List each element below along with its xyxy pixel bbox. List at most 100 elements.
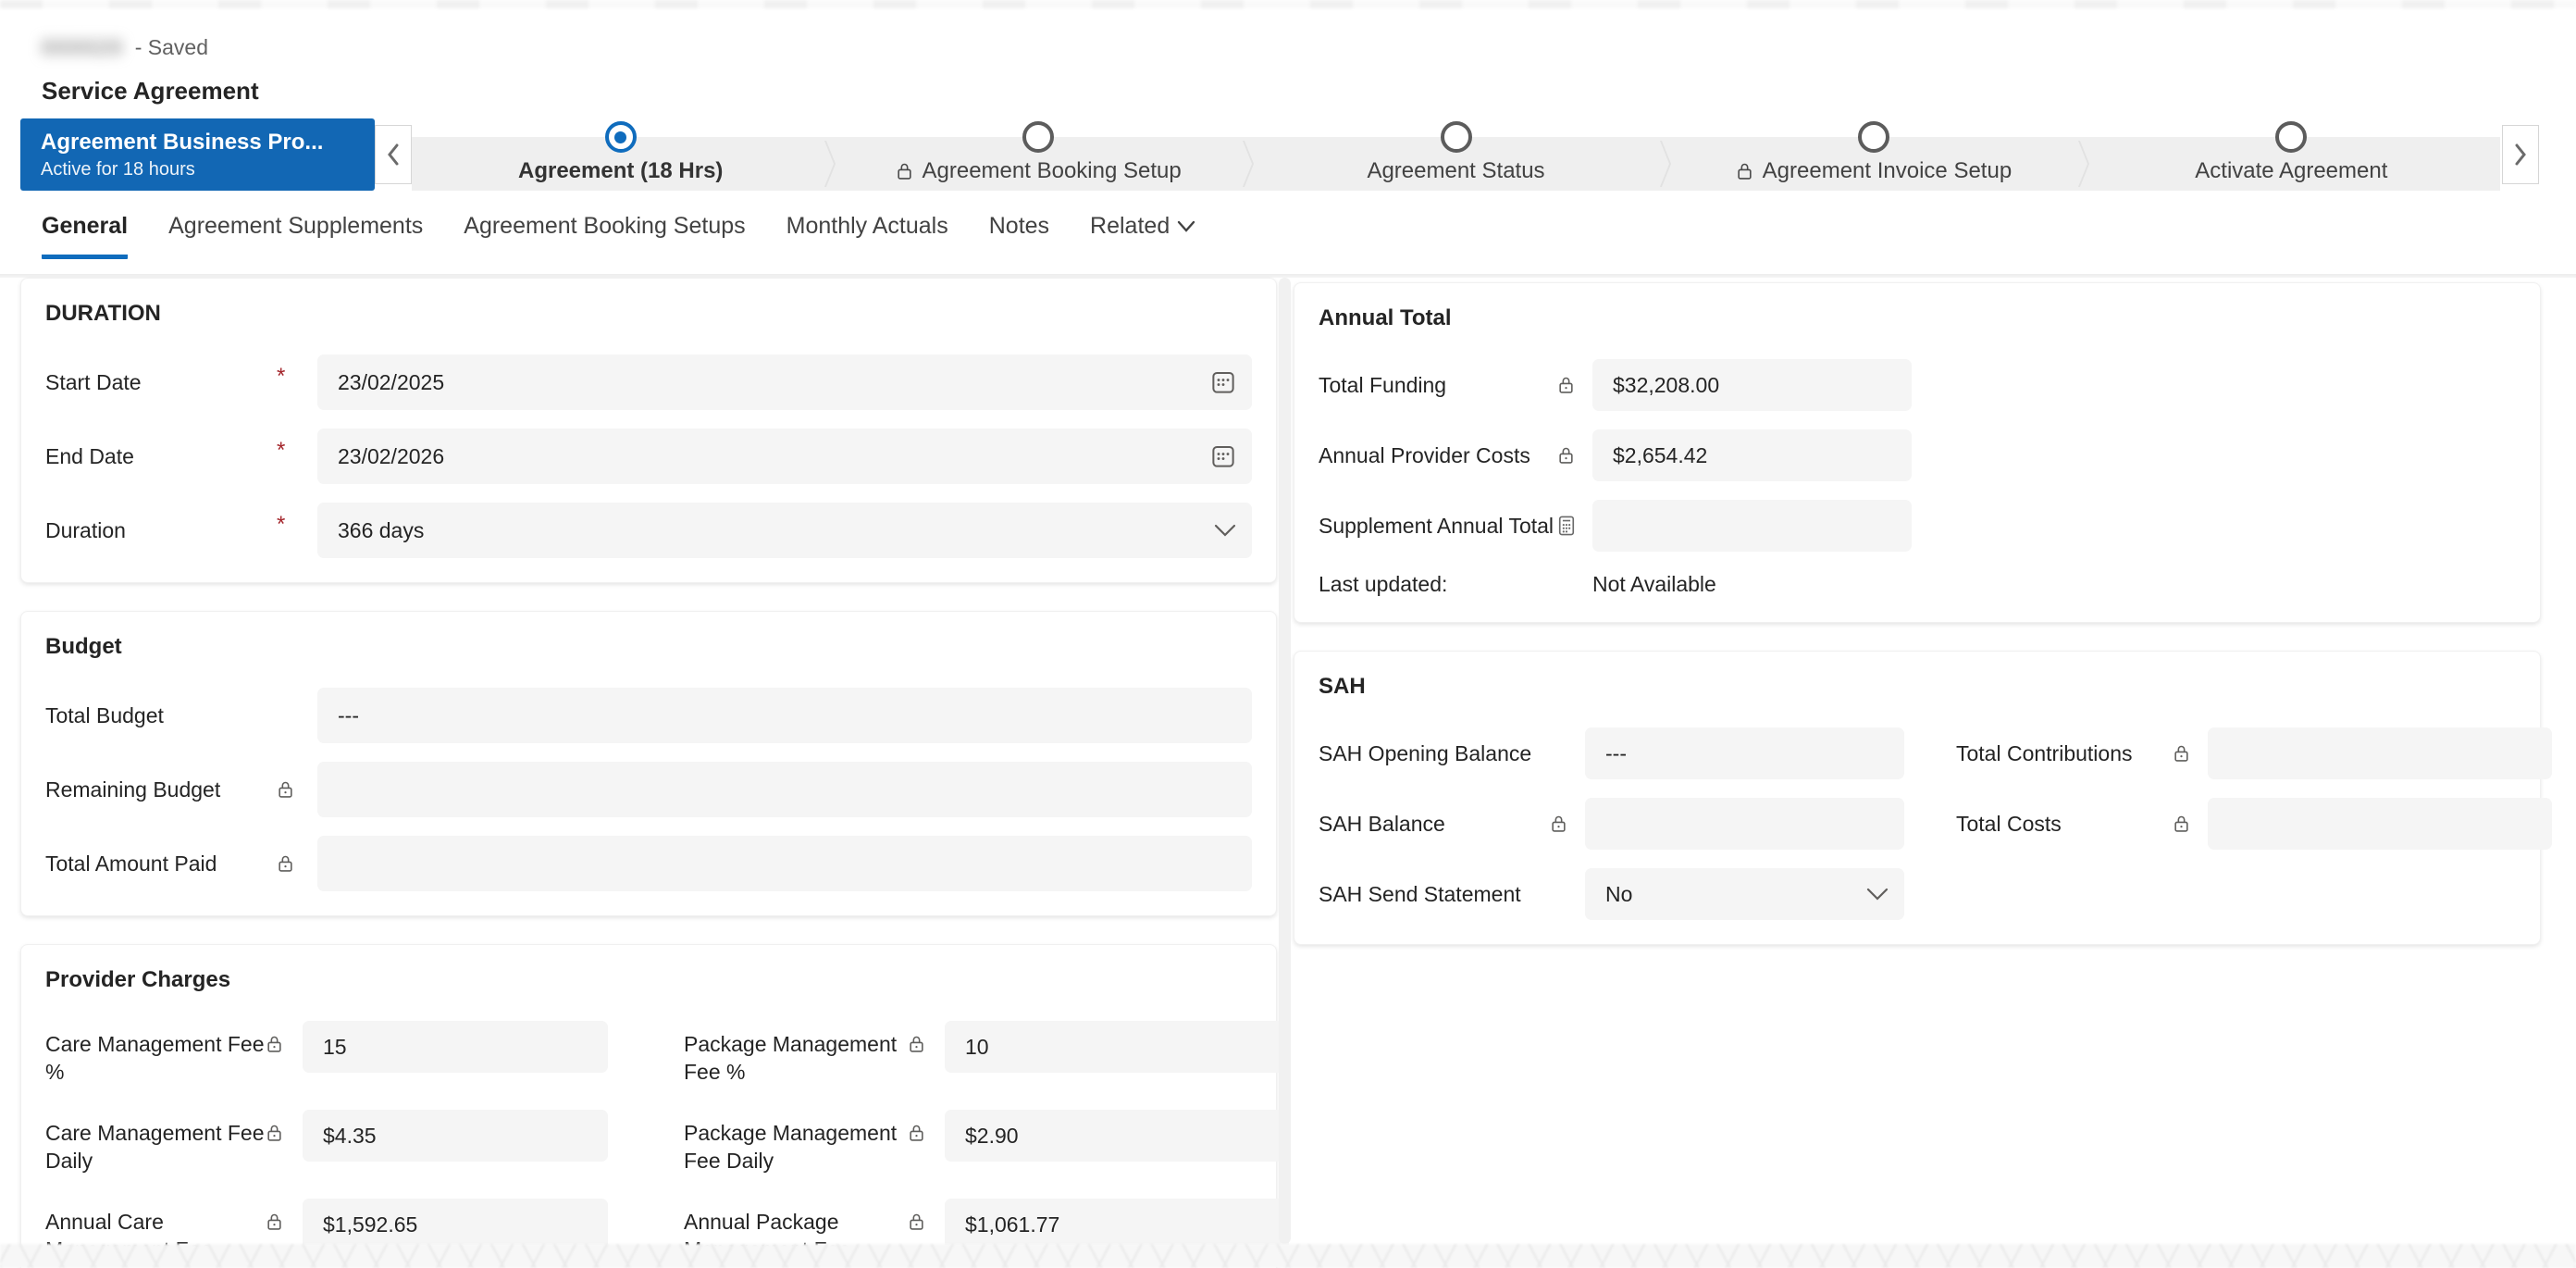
- field-total-costs: Total Costs: [1956, 798, 2552, 850]
- stage-label: Agreement (18 Hrs): [518, 158, 724, 183]
- stage-label: Agreement Booking Setup: [922, 158, 1182, 183]
- field-value: 10: [965, 1034, 989, 1059]
- tab-general[interactable]: General: [42, 213, 129, 259]
- care-management-fee-pct-input[interactable]: 15: [303, 1021, 608, 1073]
- total-funding-input[interactable]: $32,208.00: [1592, 359, 1912, 411]
- blurred-top-strip: [0, 0, 2576, 8]
- field-label: Last updated:: [1319, 572, 1448, 596]
- total-amount-paid-input[interactable]: [317, 836, 1252, 891]
- field-package-management-fee-daily: Package Management Fee Daily $2.90: [684, 1110, 1289, 1175]
- bpf-stage-agreement-invoice-setup[interactable]: Agreement Invoice Setup: [1665, 121, 2082, 191]
- bpf-stage-agreement[interactable]: Agreement (18 Hrs): [412, 121, 829, 191]
- lock-icon: [1557, 375, 1592, 395]
- sah-send-statement-dropdown[interactable]: No: [1585, 868, 1904, 920]
- field-value: $1,061.77: [965, 1212, 1060, 1237]
- tab-agreement-supplements[interactable]: Agreement Supplements: [168, 213, 423, 255]
- field-label: Total Amount Paid: [45, 852, 217, 876]
- field-value: 23/02/2026: [338, 443, 445, 468]
- total-contributions-input[interactable]: [2208, 727, 2552, 779]
- field-label: Care Management Fee Daily: [45, 1121, 265, 1173]
- left-column-scrollbar[interactable]: [1279, 278, 1291, 1244]
- form-tab-bar: General Agreement Supplements Agreement …: [42, 213, 1195, 259]
- chevron-down-icon: [1213, 523, 1237, 538]
- section-duration: DURATION Start Date * 23/02/2025 End Dat…: [20, 278, 1277, 583]
- required-marker: *: [277, 438, 286, 463]
- business-process-flow: Agreement Business Pro... Active for 18 …: [0, 118, 2576, 191]
- field-label: Care Management Fee %: [45, 1032, 265, 1084]
- field-label: Supplement Annual Total: [1319, 514, 1554, 538]
- field-sah-opening-balance: SAH Opening Balance ---: [1319, 727, 1904, 779]
- field-label: Remaining Budget: [45, 777, 221, 802]
- section-title: Annual Total: [1319, 305, 1452, 330]
- provider-charges-row-1: Care Management Fee % 15 Package Managem…: [45, 1021, 1289, 1086]
- provider-charges-row-2: Care Management Fee Daily $4.35 Package …: [45, 1110, 1289, 1175]
- duration-dropdown[interactable]: 366 days: [317, 503, 1252, 558]
- stage-radio-icon: [1440, 121, 1472, 153]
- end-date-input[interactable]: 23/02/2026: [317, 429, 1252, 484]
- field-value: No: [1605, 881, 1633, 906]
- field-label: Total Contributions: [1956, 741, 2133, 765]
- sah-opening-balance-input[interactable]: ---: [1585, 727, 1904, 779]
- stage-label: Agreement Invoice Setup: [1762, 158, 2012, 183]
- field-last-updated: Last updated: Not Available: [1319, 570, 2516, 598]
- bpf-stage-activate-agreement[interactable]: Activate Agreement: [2083, 121, 2500, 191]
- field-sah-balance: SAH Balance: [1319, 798, 1904, 850]
- field-sah-send-statement: SAH Send Statement No: [1319, 868, 2516, 920]
- bpf-stage-agreement-booking-setup[interactable]: Agreement Booking Setup: [829, 121, 1246, 191]
- sah-send-statement-wrap: SAH Send Statement No: [1319, 868, 1904, 920]
- field-label: End Date: [45, 444, 134, 468]
- section-title: SAH: [1319, 674, 1366, 699]
- bpf-scroll-right-button[interactable]: [2502, 125, 2539, 184]
- tab-notes[interactable]: Notes: [989, 213, 1049, 255]
- bpf-active-duration: Active for 18 hours: [41, 158, 195, 180]
- care-management-fee-daily-input[interactable]: $4.35: [303, 1110, 608, 1162]
- field-supplement-annual-total: Supplement Annual Total: [1319, 500, 2516, 552]
- total-costs-input[interactable]: [2208, 798, 2552, 850]
- field-label: Total Funding: [1319, 373, 1447, 397]
- field-total-budget: Total Budget ---: [45, 688, 1252, 743]
- total-budget-input[interactable]: ---: [317, 688, 1252, 743]
- lock-icon: [908, 1021, 945, 1054]
- field-label: Duration: [45, 518, 126, 542]
- calendar-icon[interactable]: [1209, 368, 1237, 396]
- left-column: DURATION Start Date * 23/02/2025 End Dat…: [20, 278, 1289, 1268]
- bpf-stage-agreement-status[interactable]: Agreement Status: [1247, 121, 1665, 191]
- save-status-label: - Saved: [134, 35, 209, 59]
- sah-balance-input[interactable]: [1585, 798, 1904, 850]
- lock-icon: [1550, 814, 1585, 834]
- bpf-scroll-left-button[interactable]: [375, 125, 412, 184]
- package-management-fee-pct-input[interactable]: 10: [945, 1021, 1289, 1073]
- annual-provider-costs-input[interactable]: $2,654.42: [1592, 429, 1912, 481]
- chevron-left-icon: [384, 142, 402, 168]
- calendar-icon[interactable]: [1209, 442, 1237, 470]
- field-label: Total Budget: [45, 703, 164, 727]
- record-status-line: 000020 - Saved: [42, 35, 259, 60]
- tab-monthly-actuals[interactable]: Monthly Actuals: [786, 213, 948, 255]
- bpf-active-stage-flyout-button[interactable]: Agreement Business Pro... Active for 18 …: [20, 118, 375, 191]
- package-management-fee-daily-input[interactable]: $2.90: [945, 1110, 1289, 1162]
- sah-row-2: SAH Balance Total Costs: [1319, 798, 2552, 850]
- blurred-bottom-content: [0, 1244, 2576, 1268]
- remaining-budget-input[interactable]: [317, 762, 1252, 817]
- tab-related[interactable]: Related: [1090, 213, 1195, 255]
- field-start-date: Start Date * 23/02/2025: [45, 354, 1252, 410]
- annual-care-management-fee-input[interactable]: $1,592.65: [303, 1199, 608, 1250]
- field-care-management-fee-daily: Care Management Fee Daily $4.35: [45, 1110, 645, 1175]
- field-label: SAH Opening Balance: [1319, 741, 1532, 765]
- bpf-stage-track: Agreement (18 Hrs) Agreement Booking Set…: [412, 121, 2500, 191]
- last-updated-value: Not Available: [1592, 571, 1716, 596]
- stage-label: Activate Agreement: [2195, 158, 2388, 183]
- calculator-icon: [1557, 515, 1592, 537]
- section-annual-total: Annual Total Total Funding $32,208.00 An…: [1294, 282, 2541, 623]
- lock-icon: [277, 779, 317, 800]
- field-value: $2.90: [965, 1123, 1019, 1148]
- chevron-down-icon: [1865, 887, 1889, 901]
- annual-package-management-fee-input[interactable]: $1,061.77: [945, 1199, 1289, 1250]
- field-value: 15: [323, 1034, 347, 1059]
- required-marker: *: [277, 512, 286, 537]
- supplement-annual-total-input[interactable]: [1592, 500, 1912, 552]
- required-marker: *: [277, 364, 286, 389]
- tab-agreement-booking-setups[interactable]: Agreement Booking Setups: [464, 213, 745, 255]
- start-date-input[interactable]: 23/02/2025: [317, 354, 1252, 410]
- field-value: ---: [338, 702, 359, 727]
